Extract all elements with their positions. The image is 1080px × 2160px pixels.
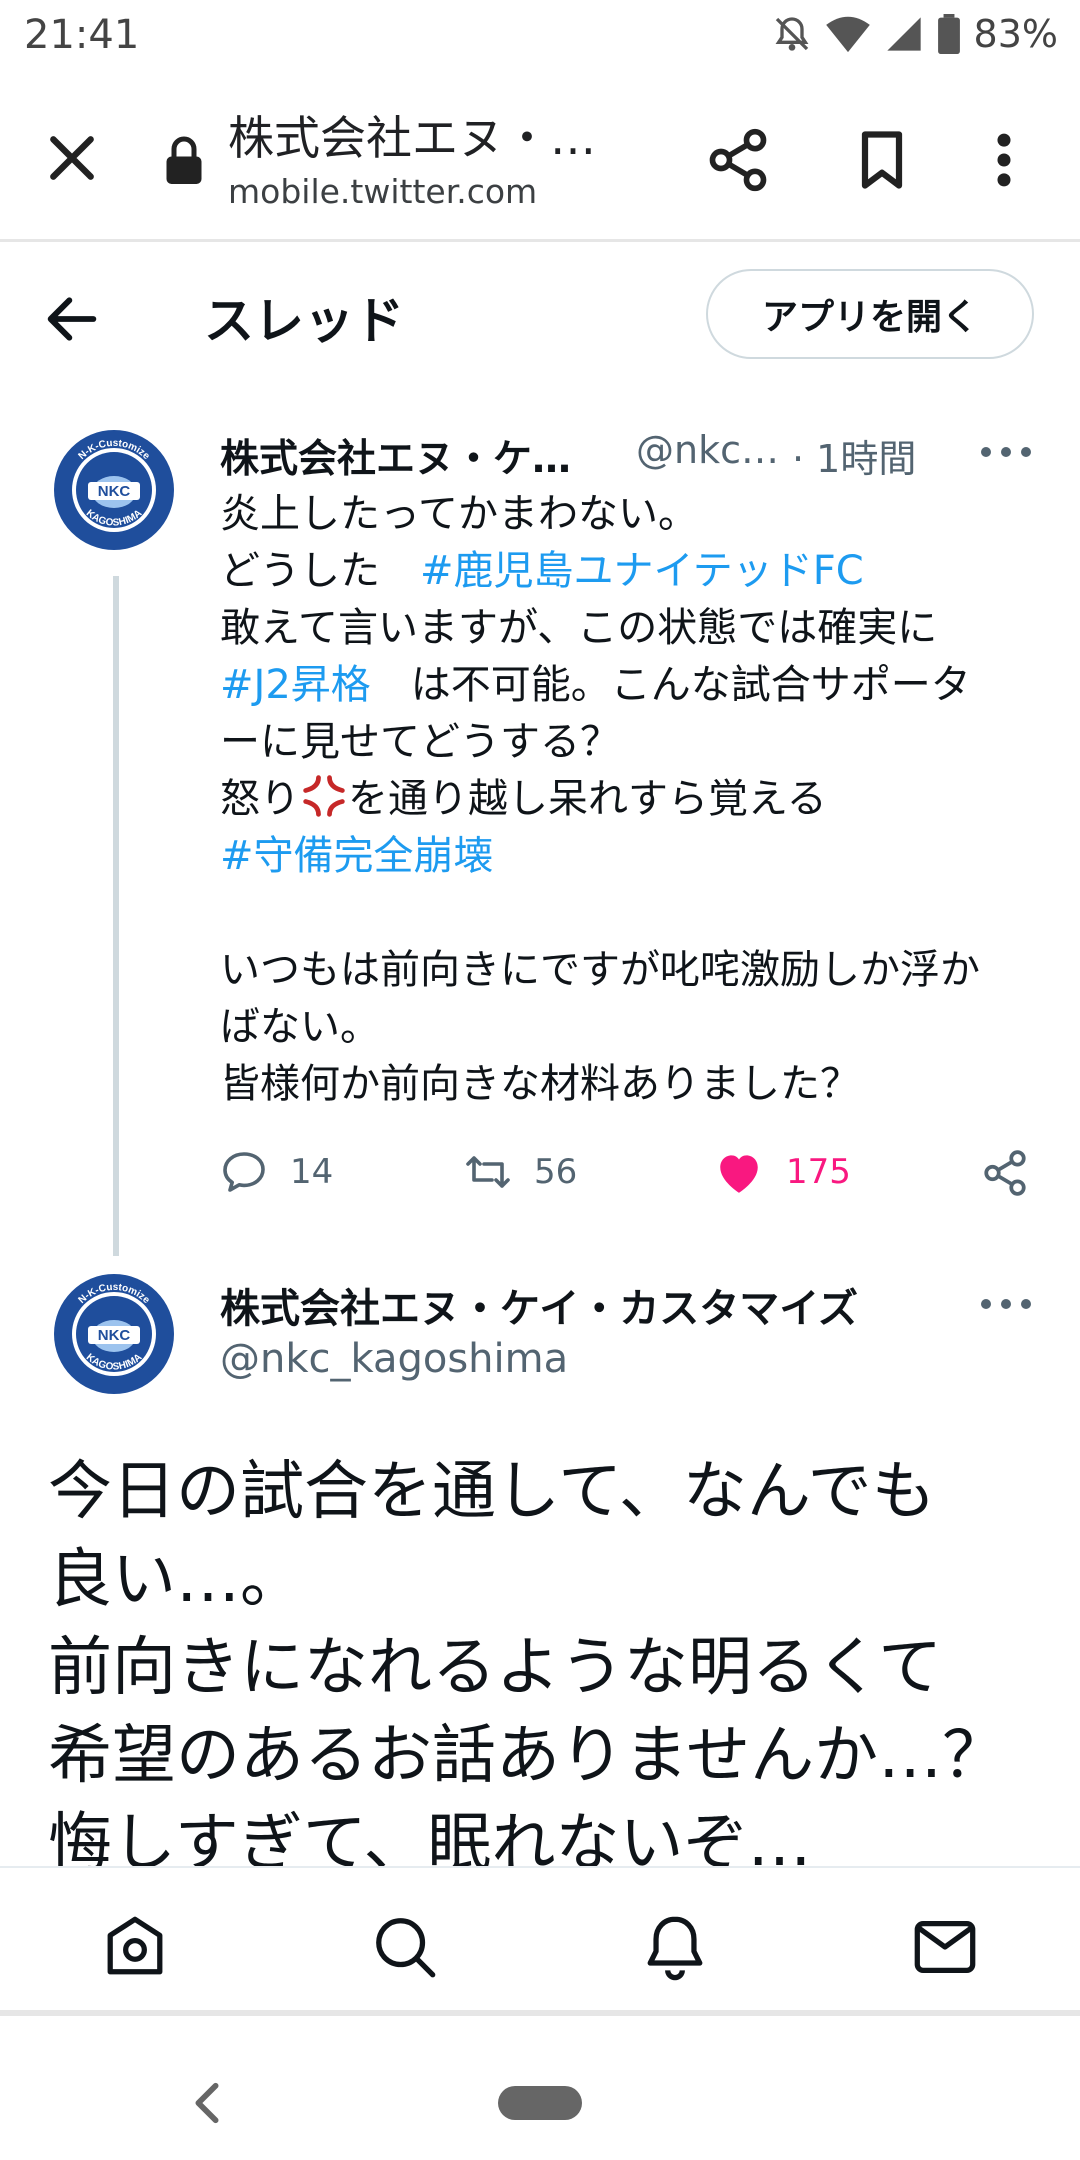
tweet1-more-icon[interactable] xyxy=(976,442,1036,462)
home-icon[interactable] xyxy=(100,1912,170,1982)
status-bar: 21:41 83% xyxy=(0,0,1080,80)
tweet2-line: 希望のあるお話ありませんか…？ xyxy=(48,1719,1007,1793)
retweet-count: 56 xyxy=(534,1152,578,1192)
tweet1-handle[interactable]: @nkc… xyxy=(636,428,779,472)
tweet2-line: 前向きになれるような明るくて xyxy=(48,1631,943,1705)
tweet2-more-icon[interactable] xyxy=(976,1294,1036,1314)
heart-icon xyxy=(720,1155,758,1193)
like-count: 175 xyxy=(786,1152,851,1192)
share-icon xyxy=(984,1150,1026,1196)
browser-toolbar: 株式会社エヌ・… mobile.twitter.com xyxy=(0,80,1080,242)
thread-title: スレッド xyxy=(204,292,404,350)
battery-icon xyxy=(937,14,960,54)
tweet2-text: 今日の試合を通して、なんでも 良い…。 前向きになれるような明るくて 希望のある… xyxy=(48,1448,1058,1888)
like-button[interactable]: 175 xyxy=(714,1148,851,1196)
bookmark-icon[interactable] xyxy=(848,126,916,194)
tweet1-text-segment: は不可能。こんな試合サポータ xyxy=(370,662,971,708)
tweet1-line: #J2昇格 は不可能。こんな試合サポータ xyxy=(220,657,1060,714)
notifications-icon[interactable] xyxy=(640,1912,710,1982)
reply-count: 14 xyxy=(290,1152,334,1192)
tweet1-line: ばない。 xyxy=(220,1004,380,1050)
tweet1-timestamp[interactable]: · 1時間 xyxy=(792,428,916,483)
tweet1-line: 皆様何か前向きな材料ありました？ xyxy=(220,1061,860,1107)
system-back-icon[interactable] xyxy=(192,2080,222,2126)
page-title[interactable]: 株式会社エヌ・… xyxy=(228,102,596,168)
retweet-button[interactable]: 56 xyxy=(464,1148,577,1196)
hashtag-link[interactable]: #鹿児島ユナイテッドFC xyxy=(420,548,864,594)
close-icon[interactable] xyxy=(40,126,104,190)
tweet1-line: いつもは前向きにですが叱咤激励しか浮か xyxy=(220,947,980,993)
tweet1-author-name[interactable]: 株式会社エヌ・ケ… xyxy=(220,428,571,484)
status-time: 21:41 xyxy=(24,12,140,58)
avatar[interactable]: NKC N-K-Customize KAGOSHIMA xyxy=(52,428,176,552)
tweet2-handle[interactable]: @nkc_kagoshima xyxy=(220,1336,568,1382)
back-arrow-icon[interactable] xyxy=(40,287,104,351)
tweet1-line: 敢えて言いますが、この状態では確実に xyxy=(220,605,938,651)
open-app-button[interactable]: アプリを開く xyxy=(706,269,1034,359)
system-nav-bar xyxy=(0,2016,1080,2160)
tweet1-line: #守備完全崩壊 xyxy=(220,828,1060,885)
tweet1-text-segment: どうした xyxy=(220,548,420,594)
share-icon[interactable] xyxy=(704,126,772,194)
messages-icon[interactable] xyxy=(910,1912,980,1982)
status-icons: 83% xyxy=(772,12,1058,56)
lock-icon xyxy=(164,134,204,184)
avatar[interactable]: NKC N-K-Customize KAGOSHIMA xyxy=(52,1272,176,1396)
thread-connector xyxy=(113,576,119,1256)
tweet1-line: どうした #鹿児島ユナイテッドFC xyxy=(220,543,1060,600)
tweet2-line: 今日の試合を通して、なんでも xyxy=(48,1455,936,1529)
system-home-pill[interactable] xyxy=(498,2086,582,2120)
wifi-icon xyxy=(825,14,870,54)
battery-percent: 83% xyxy=(973,12,1058,56)
tweet1-text: 炎上したってかまわない。 どうした #鹿児島ユナイテッドFC 敢えて言いますが、… xyxy=(220,486,1060,1113)
tweet1-text-segment: 怒り xyxy=(220,776,300,822)
tweet1-line: 炎上したってかまわない。 xyxy=(220,491,698,537)
mute-icon xyxy=(772,14,812,54)
hashtag-link[interactable]: #守備完全崩壊 xyxy=(220,833,494,879)
tweet1-line: ーに見せてどうする？ xyxy=(220,719,620,765)
hashtag-link[interactable]: #J2昇格 xyxy=(220,662,371,708)
tweet2-author-name[interactable]: 株式会社エヌ・ケイ・カスタマイズ xyxy=(220,1276,858,1334)
search-icon[interactable] xyxy=(370,1912,440,1982)
retweet-icon xyxy=(466,1156,510,1188)
tweet-share-button[interactable] xyxy=(980,1148,1030,1198)
anger-emoji-icon xyxy=(303,775,345,817)
tweet1-line: 怒り を通り越し呆れすら覚える xyxy=(220,771,1060,828)
tweet1-text-segment: を通り越し呆れすら覚える xyxy=(348,776,827,822)
tweet1-actions: 14 56 175 xyxy=(220,1148,1040,1208)
bottom-nav xyxy=(0,1866,1080,2016)
overflow-menu-icon[interactable] xyxy=(984,126,1024,194)
avatar-logo-text: NKC xyxy=(98,483,131,500)
reply-button[interactable]: 14 xyxy=(220,1148,333,1196)
thread-header: スレッド アプリを開く xyxy=(0,245,1080,385)
reply-icon xyxy=(223,1152,265,1192)
avatar-logo-text: NKC xyxy=(98,1327,131,1344)
tweet2-line: 良い…。 xyxy=(48,1543,304,1617)
page-url[interactable]: mobile.twitter.com xyxy=(228,172,537,211)
signal-icon xyxy=(884,14,924,54)
